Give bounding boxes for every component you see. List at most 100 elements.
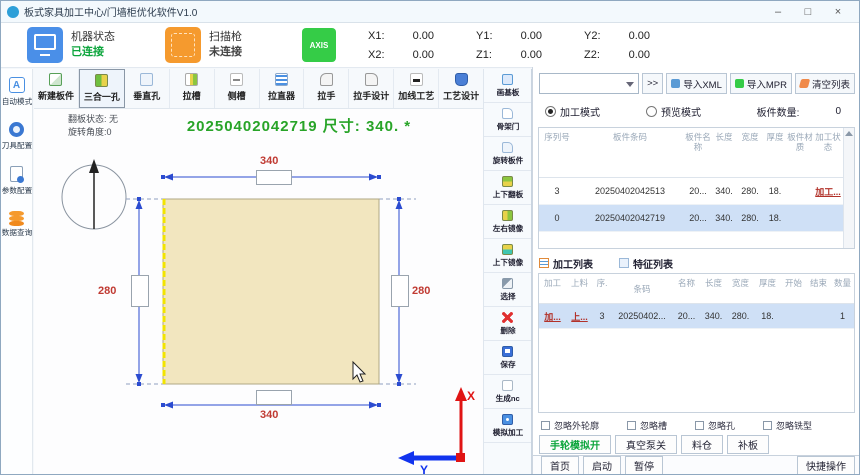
handwheel-sim-button[interactable]: 手轮模拟开: [539, 435, 611, 454]
handle-icon: [320, 73, 333, 86]
strip-button-rotate-board[interactable]: 旋转板件: [484, 137, 531, 171]
process-design-icon: [455, 73, 468, 86]
board-count-label: 板件数量:: [757, 104, 800, 119]
sidebar-item-tool-config[interactable]: 刀具配置: [1, 122, 32, 151]
gear-icon: [9, 122, 24, 137]
pause-button[interactable]: 暂停: [625, 456, 663, 475]
strip-button-base-board[interactable]: 画基板: [484, 69, 531, 103]
toolbar-button-straightener[interactable]: 拉直器: [260, 69, 305, 108]
process-status-link[interactable]: 加工...: [813, 185, 843, 198]
load-link[interactable]: 上...: [566, 310, 593, 323]
import-bar: >> 导入XML 导入MPR 清空列表: [539, 73, 855, 94]
toolbar-button-three-in-one-hole[interactable]: 三合一孔: [79, 69, 125, 108]
home-button[interactable]: 首页: [541, 456, 579, 475]
table-row-selected[interactable]: 加... 上... 3 20250402... 20... 340. 280. …: [539, 304, 854, 329]
scanner-status-state: 未连接: [209, 45, 242, 60]
import-xml-button[interactable]: 导入XML: [666, 73, 727, 94]
left-sidebar: A 自动模式 刀具配置 参数配置 数据查询: [1, 69, 33, 474]
start-button[interactable]: 启动: [583, 456, 621, 475]
window-controls: – □ ×: [763, 2, 853, 22]
dim-input-left[interactable]: [131, 275, 149, 307]
quick-actions-button[interactable]: 快捷操作: [797, 456, 855, 475]
strip-button-save[interactable]: 保存: [484, 341, 531, 375]
toolbar-button-side-slot[interactable]: 侧槽: [215, 69, 260, 108]
vacuum-pump-button[interactable]: 真空泵关: [615, 435, 677, 454]
dim-input-bottom[interactable]: [256, 390, 292, 405]
radio-selected-icon: [545, 106, 556, 117]
checkbox-icon: [541, 421, 550, 430]
import-mpr-button[interactable]: 导入MPR: [730, 73, 792, 94]
strip-button-simulate[interactable]: 模拟加工: [484, 409, 531, 443]
sidebar-item-data-query[interactable]: 数据查询: [1, 211, 32, 238]
ignore-milling-checkbox[interactable]: 忽略铣型: [763, 419, 812, 432]
list-tabs: 加工列表 特征列表: [539, 255, 673, 271]
close-button[interactable]: ×: [823, 2, 853, 22]
preview-mode-radio[interactable]: 预览模式: [646, 104, 701, 119]
clear-list-button[interactable]: 清空列表: [795, 73, 855, 94]
checkbox-icon: [627, 421, 636, 430]
strip-button-delete[interactable]: 删除: [484, 307, 531, 341]
minimize-button[interactable]: –: [763, 2, 793, 22]
straightener-icon: [275, 73, 288, 86]
table-scrollbar[interactable]: [843, 128, 854, 248]
tab-feature-list[interactable]: 特征列表: [619, 256, 673, 271]
vertical-hole-icon: [140, 73, 153, 86]
strip-button-select[interactable]: 选择: [484, 273, 531, 307]
axis-group: AXIS: [302, 28, 336, 62]
dim-label-right: 280: [412, 285, 430, 297]
page-gear-icon: [10, 166, 23, 182]
toolbar-button-slot[interactable]: 拉槽: [170, 69, 215, 108]
line-process-icon: [410, 73, 423, 86]
board-canvas[interactable]: 翻板状态: 无 旋转角度:0 20250402042719 尺寸: 340. *…: [34, 109, 483, 475]
scroll-up-icon[interactable]: [845, 131, 853, 136]
scanner-status-group: 扫描枪 未连接: [165, 27, 242, 63]
process-mode-radio[interactable]: 加工模式: [545, 104, 600, 119]
toolbar-button-line-process[interactable]: 加线工艺: [394, 69, 439, 108]
simulate-icon: [502, 414, 513, 425]
expand-button[interactable]: >>: [642, 73, 663, 94]
strip-button-mirror-vertical[interactable]: 上下镜像: [484, 239, 531, 273]
board-title: 20250402042719 尺寸: 340. *: [134, 115, 464, 136]
material-bin-button[interactable]: 料仓: [681, 435, 723, 454]
flip-vertical-icon: [502, 176, 513, 187]
title-bar: 板式家具加工中心/门墙柜优化软件V1.0 – □ ×: [1, 1, 859, 23]
database-icon: [9, 211, 24, 216]
sidebar-item-auto-mode[interactable]: A 自动模式: [1, 77, 32, 107]
machine-action-row: 手轮模拟开 真空泵关 料仓 补板: [539, 435, 769, 454]
dim-input-top[interactable]: [256, 170, 292, 185]
sidebar-item-param-config[interactable]: 参数配置: [1, 166, 32, 196]
base-board-icon: [502, 74, 513, 85]
window-title: 板式家具加工中心/门墙柜优化软件V1.0: [24, 4, 197, 19]
process-link[interactable]: 加...: [539, 310, 566, 323]
ignore-slot-checkbox[interactable]: 忽略槽: [627, 419, 667, 432]
strip-button-mirror-horizontal[interactable]: 左右镜像: [484, 205, 531, 239]
board-rect[interactable]: [163, 199, 379, 384]
ignore-outline-checkbox[interactable]: 忽略外轮廓: [541, 419, 599, 432]
list-icon: [539, 258, 549, 268]
scanner-icon: [165, 27, 201, 63]
strip-button-generate-nc[interactable]: 生成nc: [484, 375, 531, 409]
generate-nc-icon: [502, 380, 513, 391]
main-toolbar: 新建板件 三合一孔 垂直孔 拉槽 侧槽 拉直器 拉手 拉手设计: [34, 69, 484, 109]
eraser-icon: [799, 79, 810, 88]
axis-icon: AXIS: [302, 28, 336, 62]
import-xml-icon: [671, 79, 680, 88]
toolbar-button-handle-design[interactable]: 拉手设计: [349, 69, 394, 108]
toolbar-button-new-board[interactable]: 新建板件: [34, 69, 79, 108]
coord-y1: Y1: 0.00: [476, 30, 542, 42]
order-combobox[interactable]: [539, 73, 639, 94]
toolbar-button-handle[interactable]: 拉手: [304, 69, 349, 108]
tab-process-list[interactable]: 加工列表: [539, 256, 593, 271]
strip-button-flip-vertical[interactable]: 上下翻板: [484, 171, 531, 205]
patch-board-button[interactable]: 补板: [727, 435, 769, 454]
maximize-button[interactable]: □: [793, 2, 823, 22]
ignore-hole-checkbox[interactable]: 忽略孔: [695, 419, 735, 432]
save-icon: [502, 346, 513, 357]
scanner-status-label: 扫描枪: [209, 30, 242, 45]
table-row[interactable]: 3 20250402042513 20... 340. 280. 18. 加工.…: [539, 178, 843, 205]
dim-input-right[interactable]: [391, 275, 409, 307]
table-row-selected[interactable]: 0 20250402042719 20... 340. 280. 18.: [539, 205, 843, 232]
toolbar-button-process-design[interactable]: 工艺设计: [439, 69, 484, 108]
strip-button-frame-door[interactable]: 骨架门: [484, 103, 531, 137]
toolbar-button-vertical-hole[interactable]: 垂直孔: [125, 69, 170, 108]
